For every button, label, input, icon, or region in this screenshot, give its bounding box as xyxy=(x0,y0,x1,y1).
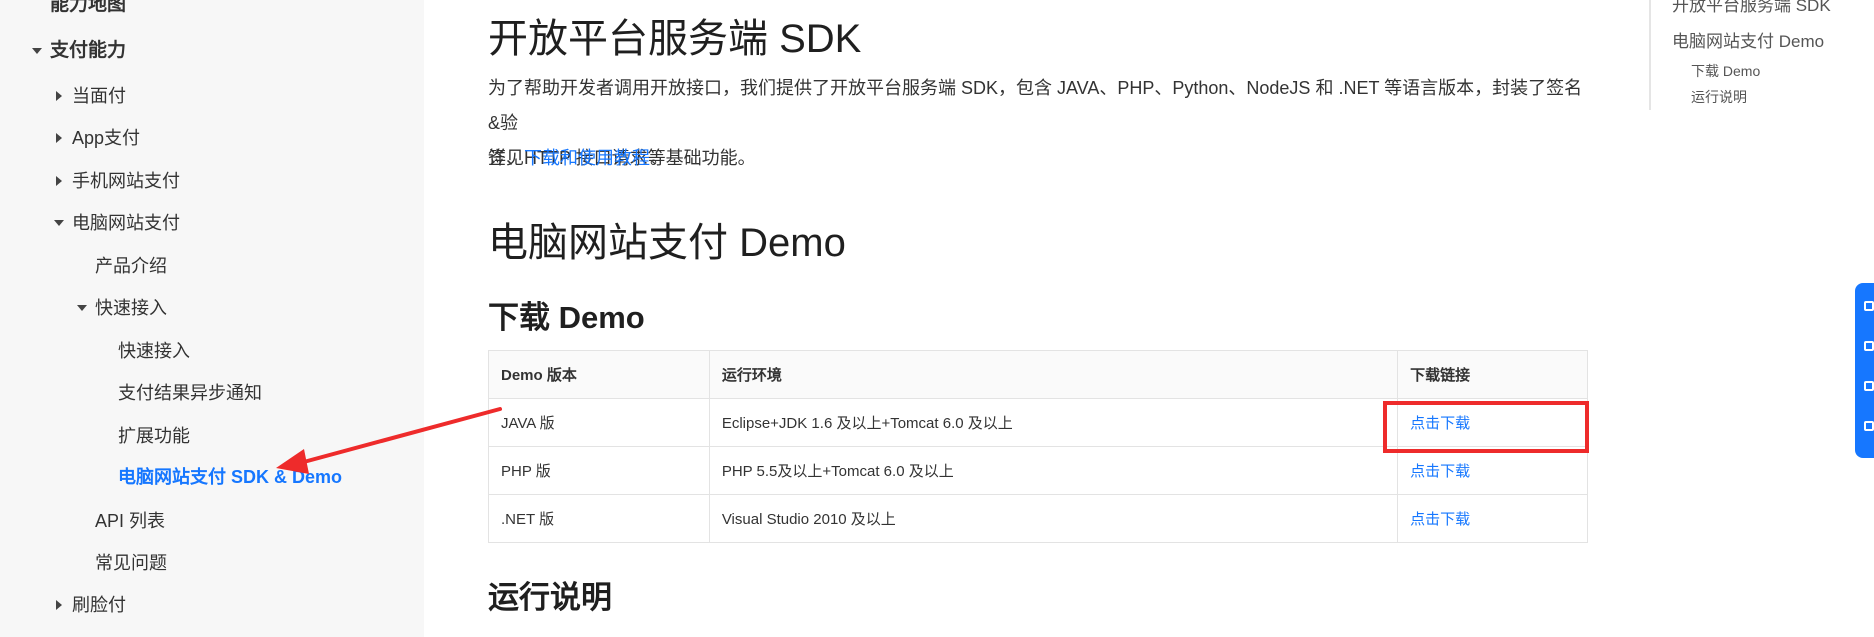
toc-divider xyxy=(1649,0,1651,110)
toc-item-download-demo[interactable]: 下载 Demo xyxy=(1691,61,1760,81)
toc-item-run-instructions[interactable]: 运行说明 xyxy=(1691,87,1747,107)
tool-icon xyxy=(1864,421,1874,431)
tool-icon xyxy=(1864,341,1874,351)
toc-item-demo[interactable]: 电脑网站支付 Demo xyxy=(1672,27,1824,52)
tool-icon xyxy=(1864,301,1874,311)
arrow-icon xyxy=(276,407,502,474)
table-of-contents: 开放平台服务端 SDK 电脑网站支付 Demo 下载 Demo 运行说明 xyxy=(1649,0,1874,637)
floating-tools-widget[interactable] xyxy=(1855,283,1874,458)
tool-icon xyxy=(1864,381,1874,391)
toc-item-sdk[interactable]: 开放平台服务端 SDK xyxy=(1672,0,1831,16)
